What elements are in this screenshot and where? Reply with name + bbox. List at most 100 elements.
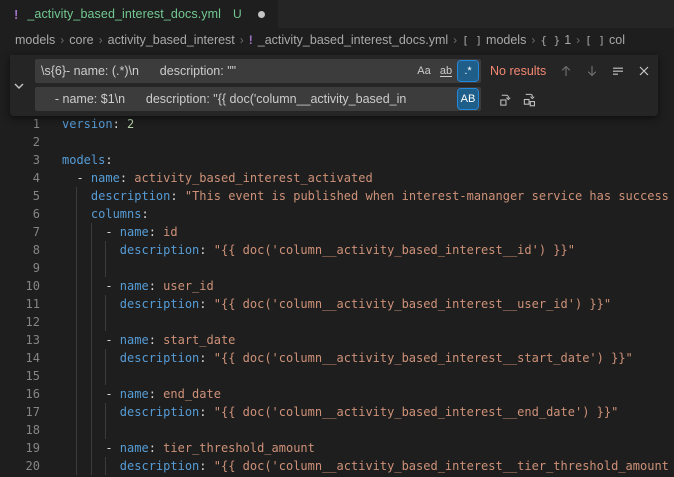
breadcrumb-item-label: activity_based_interest — [108, 33, 235, 47]
code-line-text: models: — [62, 151, 113, 169]
breadcrumb-item-col[interactable]: [ ] col — [585, 33, 625, 47]
code-line-7: 7 - name: id — [0, 223, 674, 241]
code-line-text: - name: tier_threshold_amount — [62, 439, 315, 457]
yaml-file-icon: ! — [14, 7, 18, 22]
code-line-10: 10 - name: user_id — [0, 277, 674, 295]
indent-guide — [76, 421, 77, 439]
indent-guide — [105, 421, 106, 439]
line-number: 2 — [0, 133, 40, 151]
code-line-14: 14 description: "{{ doc('column__activit… — [0, 349, 674, 367]
line-number: 5 — [0, 187, 40, 205]
replace-all-button[interactable] — [519, 89, 539, 109]
arrow-up-icon — [559, 64, 573, 78]
code-line-4: 4 - name: activity_based_interest_activa… — [0, 169, 674, 187]
code-line-13: 13 - name: start_date — [0, 331, 674, 349]
breadcrumb-item-core[interactable]: core — [69, 33, 93, 47]
line-number: 17 — [0, 403, 40, 421]
arrow-down-icon — [585, 64, 599, 78]
find-input[interactable]: \s{6}- name: (.*)\n description: "" Aa a… — [35, 59, 481, 83]
breadcrumb-item-1[interactable]: { } 1 — [540, 33, 571, 47]
indent-guide — [91, 421, 92, 439]
code-line-9: 9 — [0, 259, 674, 277]
breadcrumb-item-label: 1 — [564, 33, 571, 47]
code-line-8: 8 description: "{{ doc('column__activity… — [0, 241, 674, 259]
code-line-text: description: "{{ doc('column__activity_b… — [62, 457, 669, 475]
line-number: 20 — [0, 457, 40, 475]
line-number: 10 — [0, 277, 40, 295]
next-match-button[interactable] — [582, 61, 602, 81]
indent-guide — [91, 367, 92, 385]
code-line-text: version: 2 — [62, 115, 134, 133]
code-line-16: 16 - name: end_date — [0, 385, 674, 403]
code-line-text: - name: user_id — [62, 277, 214, 295]
symbol-array-icon: [ ] — [462, 34, 482, 47]
breadcrumb-item-label: models — [486, 33, 526, 47]
code-line-text: description: "{{ doc('column__activity_b… — [62, 349, 633, 367]
symbol-object-icon: { } — [540, 34, 560, 47]
code-line-3: 3models: — [0, 151, 674, 169]
line-number: 16 — [0, 385, 40, 403]
code-line-text: - name: end_date — [62, 385, 221, 403]
breadcrumb-item-models[interactable]: [ ] models — [462, 33, 526, 47]
indent-guide — [76, 259, 77, 277]
tab-bar: ! _activity_based_interest_docs.yml U — [0, 0, 674, 28]
breadcrumb-separator-icon: › — [240, 33, 244, 47]
modified-indicator-dot[interactable] — [258, 11, 265, 18]
code-line-2: 2 — [0, 133, 674, 151]
match-case-toggle[interactable]: Aa — [414, 61, 434, 81]
breadcrumb-item-label: core — [69, 33, 93, 47]
breadcrumb-item--activity-based-interest-docs-yml[interactable]: ! _activity_based_interest_docs.yml — [249, 33, 448, 47]
tab-filename: _activity_based_interest_docs.yml — [27, 7, 221, 21]
breadcrumb-separator-icon: › — [576, 33, 580, 47]
git-untracked-badge: U — [233, 7, 242, 21]
code-line-6: 6 columns: — [0, 205, 674, 223]
breadcrumb-item-label: col — [609, 33, 625, 47]
line-number: 9 — [0, 259, 40, 277]
previous-match-button[interactable] — [556, 61, 576, 81]
close-icon — [638, 65, 650, 77]
selection-find-icon — [611, 64, 625, 78]
code-line-11: 11 description: "{{ doc('column__activit… — [0, 295, 674, 313]
code-line-text: description: "{{ doc('column__activity_b… — [62, 403, 618, 421]
line-number: 12 — [0, 313, 40, 331]
regex-toggle[interactable]: .* — [458, 61, 478, 81]
breadcrumb-item-models[interactable]: models — [15, 33, 55, 47]
code-line-text: description: "{{ doc('column__activity_b… — [62, 295, 611, 313]
indent-guide — [105, 259, 106, 277]
line-number: 19 — [0, 439, 40, 457]
code-line-text: - name: activity_based_interest_activate… — [62, 169, 373, 187]
vscode-window: ! _activity_based_interest_docs.yml U mo… — [0, 0, 674, 477]
indent-guide — [91, 259, 92, 277]
preserve-case-toggle[interactable]: AB — [458, 89, 478, 109]
line-number: 6 — [0, 205, 40, 223]
indent-guide — [105, 313, 106, 331]
code-line-text: description: "This event is published wh… — [62, 187, 669, 205]
toggle-replace-button[interactable] — [10, 55, 28, 116]
symbol-array-icon: [ ] — [585, 34, 605, 47]
line-number: 15 — [0, 367, 40, 385]
tab-activity-based-interest-docs[interactable]: ! _activity_based_interest_docs.yml U — [0, 0, 278, 28]
breadcrumb-item-label: _activity_based_interest_docs.yml — [258, 33, 448, 47]
breadcrumb-separator-icon: › — [453, 33, 457, 47]
indent-guide — [76, 367, 77, 385]
yaml-file-icon: ! — [249, 33, 253, 47]
line-number: 7 — [0, 223, 40, 241]
line-number: 8 — [0, 241, 40, 259]
whole-word-toggle[interactable]: ab — [436, 61, 456, 81]
replace-all-icon — [522, 92, 537, 107]
replace-button[interactable] — [495, 89, 515, 109]
breadcrumb-item-activity-based-interest[interactable]: activity_based_interest — [108, 33, 235, 47]
close-find-widget-button[interactable] — [634, 61, 654, 81]
code-line-15: 15 — [0, 367, 674, 385]
breadcrumb: models › core › activity_based_interest ›! _ac… — [0, 28, 674, 52]
replace-input[interactable]: - name: $1\n description: "{{ doc('colum… — [35, 87, 481, 111]
find-in-selection-button[interactable] — [608, 61, 628, 81]
line-number: 18 — [0, 421, 40, 439]
code-line-1: 1version: 2 — [0, 115, 674, 133]
find-status: No results — [490, 59, 546, 83]
chevron-down-icon — [13, 82, 25, 90]
breadcrumb-separator-icon: › — [60, 33, 64, 47]
indent-guide — [76, 313, 77, 331]
code-line-18: 18 — [0, 421, 674, 439]
code-line-text: - name: start_date — [62, 331, 235, 349]
